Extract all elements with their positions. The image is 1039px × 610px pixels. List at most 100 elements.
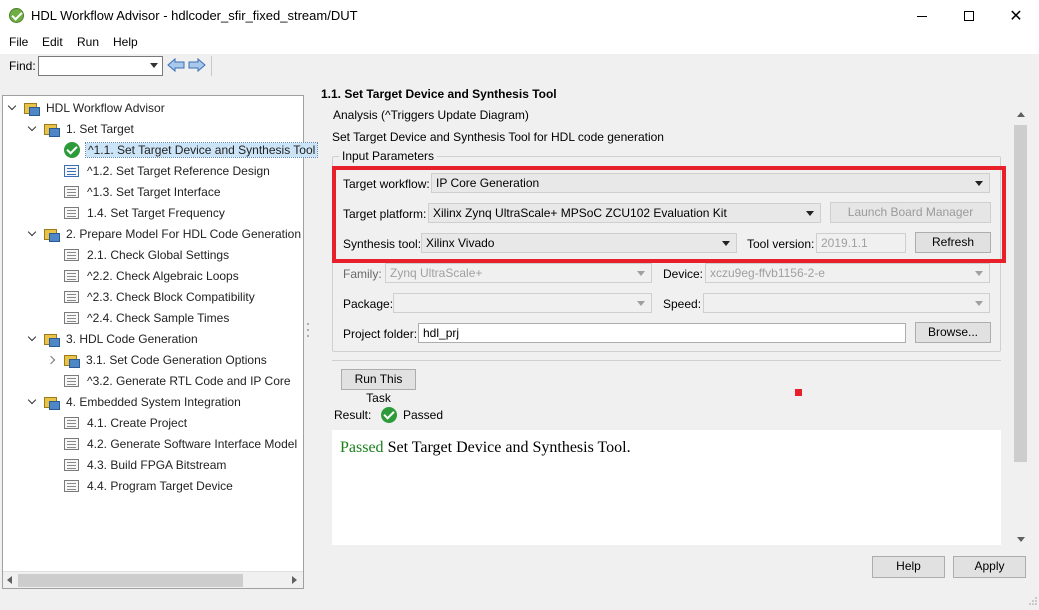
tree-item-label: ^3.2. Generate RTL Code and IP Core	[87, 374, 291, 388]
tree-item-label: ^1.3. Set Target Interface	[87, 185, 221, 199]
chevron-down-icon	[637, 301, 645, 306]
tree-item-program-device[interactable]: 4.4. Program Target Device	[64, 476, 233, 496]
scroll-up-icon[interactable]	[1017, 112, 1025, 117]
minimize-button[interactable]	[899, 0, 945, 32]
tree-item-label: 4. Embedded System Integration	[66, 395, 241, 409]
folder-icon	[44, 122, 60, 137]
task-page-icon	[64, 417, 79, 429]
task-page-icon	[64, 186, 79, 198]
tree-horizontal-scrollbar[interactable]	[3, 571, 303, 588]
tree-item-reference-design[interactable]: ^1.2. Set Target Reference Design	[64, 161, 270, 181]
tree-item-set-target[interactable]: 1. Set Target	[28, 119, 134, 139]
chevron-down-icon[interactable]	[28, 334, 38, 344]
task-page-icon	[64, 459, 79, 471]
folder-icon	[24, 101, 40, 116]
task-page-icon	[64, 312, 79, 324]
device-value: xczu9eg-ffvb1156-2-e	[710, 266, 825, 280]
tree-item-target-frequency[interactable]: 1.4. Set Target Frequency	[64, 203, 225, 223]
menu-bar: File Edit Run Help	[0, 32, 1039, 54]
chevron-right-icon[interactable]	[48, 355, 58, 365]
task-page-icon	[64, 249, 79, 261]
chevron-down-icon	[637, 271, 645, 276]
passed-check-icon	[64, 142, 80, 158]
tree-item-algebraic-loops[interactable]: ^2.2. Check Algebraic Loops	[64, 266, 239, 286]
close-button[interactable]: ✕	[993, 0, 1039, 32]
tree-item-prepare-model[interactable]: 2. Prepare Model For HDL Code Generation	[28, 224, 301, 244]
find-toolbar: Find:	[0, 54, 1039, 78]
result-status: Passed	[403, 408, 444, 422]
tree-item-label: 4.1. Create Project	[87, 416, 188, 430]
tree-item-label: 1.4. Set Target Frequency	[87, 206, 225, 220]
menu-file[interactable]: File	[9, 35, 28, 49]
chevron-down-icon[interactable]	[28, 397, 38, 407]
package-select[interactable]	[393, 293, 652, 313]
toolbar-divider	[211, 56, 212, 76]
device-label: Device:	[663, 267, 704, 281]
family-label: Family:	[343, 267, 382, 281]
maximize-icon	[964, 11, 974, 21]
panel-splitter[interactable]	[306, 320, 310, 340]
chevron-down-icon[interactable]	[28, 124, 38, 134]
folder-icon	[64, 353, 80, 368]
tree-item-generate-rtl[interactable]: ^3.2. Generate RTL Code and IP Core	[64, 371, 291, 391]
result-message-text: Set Target Device and Synthesis Tool.	[383, 439, 631, 456]
folder-icon	[44, 395, 60, 410]
help-button[interactable]: Help	[872, 556, 945, 578]
tree-item-global-settings[interactable]: 2.1. Check Global Settings	[64, 245, 229, 265]
minimize-icon	[917, 15, 927, 17]
menu-edit[interactable]: Edit	[42, 35, 63, 49]
tree-item-create-project[interactable]: 4.1. Create Project	[64, 413, 187, 433]
browse-button[interactable]: Browse...	[915, 322, 991, 343]
forward-arrow-icon[interactable]	[188, 57, 206, 73]
window-title: HDL Workflow Advisor - hdlcoder_sfir_fix…	[31, 8, 358, 23]
run-this-task-button[interactable]: Run This Task	[341, 369, 416, 405]
tree-item-label: 4.4. Program Target Device	[87, 479, 233, 493]
tree-item-label: 2. Prepare Model For HDL Code Generation	[66, 227, 302, 241]
tree-item-target-interface[interactable]: ^1.3. Set Target Interface	[64, 182, 221, 202]
tree-item-sample-times[interactable]: ^2.4. Check Sample Times	[64, 308, 229, 328]
scrollbar-thumb[interactable]	[18, 574, 243, 587]
family-select[interactable]: Zynq UltraScale+	[385, 263, 652, 283]
project-folder-input[interactable]: hdl_prj	[418, 323, 906, 343]
tree-item-label: ^2.3. Check Block Compatibility	[87, 290, 255, 304]
tree-item-label: 4.3. Build FPGA Bitstream	[87, 458, 227, 472]
analysis-label: Analysis (^Triggers Update Diagram)	[333, 108, 529, 122]
scroll-left-icon[interactable]	[7, 576, 12, 584]
chevron-down-icon[interactable]	[28, 229, 38, 239]
task-page-icon	[64, 480, 79, 492]
scrollbar-thumb[interactable]	[1014, 125, 1027, 462]
resize-grip-icon[interactable]	[1029, 597, 1037, 605]
tree-item-software-interface[interactable]: 4.2. Generate Software Interface Model	[64, 434, 297, 454]
cursor-marker	[795, 389, 802, 396]
find-input[interactable]	[38, 56, 163, 76]
menu-help[interactable]: Help	[113, 35, 138, 49]
device-select[interactable]: xczu9eg-ffvb1156-2-e	[705, 263, 990, 283]
result-message: Passed Set Target Device and Synthesis T…	[340, 439, 631, 457]
apply-button[interactable]: Apply	[953, 556, 1026, 578]
task-page-icon	[64, 270, 79, 282]
tree-root[interactable]: HDL Workflow Advisor	[8, 98, 165, 118]
scroll-down-icon[interactable]	[1017, 537, 1025, 542]
tree-item-label: 2.1. Check Global Settings	[87, 248, 230, 262]
tree-item-label: ^1.2. Set Target Reference Design	[87, 164, 270, 178]
result-message-status: Passed	[340, 439, 384, 456]
tree-item-embedded-integration[interactable]: 4. Embedded System Integration	[28, 392, 241, 412]
chevron-down-icon	[975, 301, 983, 306]
folder-icon	[44, 227, 60, 242]
speed-select[interactable]	[703, 293, 990, 313]
chevron-down-icon	[975, 271, 983, 276]
tree-item-build-bitstream[interactable]: 4.3. Build FPGA Bitstream	[64, 455, 226, 475]
maximize-button[interactable]	[946, 0, 992, 32]
menu-run[interactable]: Run	[77, 35, 99, 49]
task-page-icon	[64, 438, 79, 450]
scroll-right-icon[interactable]	[292, 576, 297, 584]
result-label: Result:	[334, 408, 372, 422]
close-icon: ✕	[1009, 8, 1023, 25]
tree-item-hdl-code-generation[interactable]: 3. HDL Code Generation	[28, 329, 198, 349]
tree-item-block-compatibility[interactable]: ^2.3. Check Block Compatibility	[64, 287, 255, 307]
chevron-down-icon[interactable]	[8, 103, 18, 113]
back-arrow-icon[interactable]	[167, 57, 185, 73]
tree-item-label: 4.2. Generate Software Interface Model	[87, 437, 298, 451]
tree-item-code-gen-options[interactable]: 3.1. Set Code Generation Options	[48, 350, 267, 370]
tree-item-set-target-device[interactable]: ^1.1. Set Target Device and Synthesis To…	[64, 140, 319, 160]
